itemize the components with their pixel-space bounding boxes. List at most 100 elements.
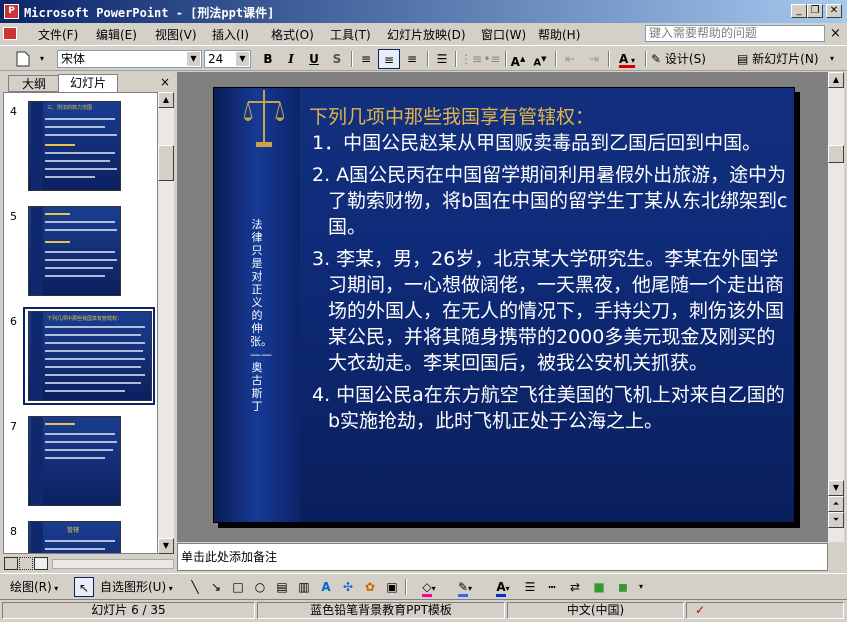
numbered-list-icon[interactable]: ☰ — [432, 49, 452, 69]
close-document-button[interactable]: × — [830, 26, 841, 41]
toolbar-options-icon[interactable]: ▾ — [36, 49, 48, 69]
textbox-icon[interactable]: ▤ — [273, 577, 291, 597]
menu-file[interactable]: 文件(F) — [38, 26, 78, 43]
toolbar-options-icon[interactable]: ▾ — [825, 49, 839, 69]
line-style-icon[interactable]: ☰ — [521, 577, 539, 597]
underline-button[interactable]: U — [304, 49, 324, 69]
menu-window[interactable]: 窗口(W) — [481, 26, 526, 43]
scales-of-justice-icon — [244, 90, 284, 147]
menu-view[interactable]: 视图(V) — [155, 26, 197, 43]
scroll-up-icon[interactable]: ▲ — [158, 92, 174, 108]
scroll-thumb[interactable] — [828, 145, 844, 163]
wordart-icon[interactable]: A — [317, 577, 335, 597]
document-icon[interactable] — [3, 27, 17, 40]
slide-body-text[interactable]: 1．中国公民赵某从甲国贩卖毒品到乙国后回到中国。 2. A国公民丙在中国留学期间… — [312, 130, 792, 440]
menu-slideshow[interactable]: 幻灯片放映(D) — [387, 26, 466, 43]
design-label: 设计(S) — [664, 52, 706, 66]
next-slide-icon[interactable]: ⏷ — [828, 512, 844, 528]
menu-format[interactable]: 格式(O) — [271, 26, 314, 43]
select-pointer-icon[interactable]: ↖ — [74, 577, 94, 597]
new-file-icon[interactable] — [12, 49, 34, 69]
decrease-indent-icon[interactable]: ⇤ — [560, 49, 580, 69]
thumb-heading: 管辖 — [67, 527, 80, 534]
slide-sorter-view-icon[interactable] — [19, 557, 33, 570]
dash-style-icon[interactable]: ┅ — [543, 577, 561, 597]
clipart-icon[interactable]: ✿ — [361, 577, 379, 597]
rectangle-icon[interactable]: □ — [229, 577, 247, 597]
italic-button[interactable]: I — [281, 49, 301, 69]
pane-hscrollbar[interactable] — [52, 559, 174, 569]
font-size-value: 24 — [208, 52, 224, 66]
thumb-heading: 三、刑法的效力范围 — [47, 105, 93, 111]
scroll-thumb[interactable] — [158, 145, 174, 181]
arrow-style-icon[interactable]: ⇄ — [566, 577, 584, 597]
font-color-button[interactable]: A ▾ — [612, 49, 642, 69]
font-size-select[interactable]: 24 ▼ — [204, 50, 251, 68]
slide-title[interactable]: 下列几项中那些我国享有管辖权： — [309, 102, 594, 129]
toolbar-separator — [455, 51, 457, 67]
slide-thumbnail-8[interactable]: 管辖 — [28, 521, 121, 553]
menu-edit[interactable]: 编辑(E) — [96, 26, 137, 43]
slide-scrollbar[interactable] — [828, 72, 844, 542]
line-icon[interactable]: ╲ — [186, 577, 204, 597]
increase-font-icon[interactable]: A▲ — [508, 49, 528, 69]
align-center-icon[interactable]: ≡ — [378, 49, 400, 69]
font-name-select[interactable]: 宋体 ▼ — [57, 50, 202, 68]
slideshow-view-icon[interactable] — [34, 557, 48, 570]
minimize-button[interactable]: _ — [791, 4, 807, 18]
shadow-style-icon[interactable]: ■ — [590, 577, 608, 597]
shadow-button[interactable]: S — [327, 49, 347, 69]
toolbar-separator — [645, 51, 647, 67]
powerpoint-app-icon[interactable]: P — [4, 4, 19, 19]
slide-thumbnail-5[interactable] — [28, 206, 121, 296]
toolbar-separator — [427, 51, 429, 67]
tab-outline[interactable]: 大纲 — [8, 75, 60, 92]
3d-style-icon[interactable]: ◼ — [614, 577, 632, 597]
vertical-textbox-icon[interactable]: ▥ — [295, 577, 313, 597]
bold-button[interactable]: B — [258, 49, 278, 69]
oval-icon[interactable]: ○ — [251, 577, 269, 597]
thumb-number: 8 — [10, 525, 17, 538]
close-pane-button[interactable]: × — [160, 75, 170, 89]
diagram-icon[interactable]: ✣ — [339, 577, 357, 597]
normal-view-icon[interactable] — [4, 557, 18, 570]
picture-icon[interactable]: ▣ — [383, 577, 401, 597]
text-color-icon[interactable]: A▾ — [488, 577, 518, 597]
toolbar-separator — [351, 51, 353, 67]
menu-help[interactable]: 帮助(H) — [538, 26, 580, 43]
toolbar-separator — [505, 51, 507, 67]
draw-menu-button[interactable]: 绘图(R) ▾ — [10, 577, 68, 597]
help-search-input[interactable]: 键入需要帮助的问题 — [645, 25, 825, 42]
drawing-toolbar: 绘图(R) ▾ ↖ 自选图形(U) ▾ ╲ ↘ □ ○ ▤ ▥ A ✣ ✿ ▣ … — [0, 573, 847, 598]
bullets-icon[interactable]: •≡ — [482, 49, 502, 69]
chevron-down-icon: ▼ — [187, 52, 200, 66]
autoshapes-button[interactable]: 自选图形(U) ▾ — [100, 577, 182, 597]
design-button[interactable]: ✎ 设计(S) — [651, 49, 731, 69]
spelling-check-icon[interactable]: ✓ — [686, 602, 844, 619]
scroll-down-icon[interactable]: ▼ — [828, 480, 844, 496]
slide-thumbnail-6[interactable]: 下列几项中那些我国享有管辖权： — [28, 311, 152, 401]
current-slide[interactable]: 法律只是对正义的伸张。——奥古斯丁 下列几项中那些我国享有管辖权： 1．中国公民… — [213, 87, 795, 523]
numbering-icon[interactable]: ⋮≡ — [460, 49, 482, 69]
toolbar-options-icon[interactable]: ▾ — [636, 577, 646, 597]
scroll-down-icon[interactable]: ▼ — [158, 538, 174, 554]
fill-color-icon[interactable]: ◇▾ — [414, 577, 444, 597]
slide-thumbnail-7[interactable] — [28, 416, 121, 506]
menu-tools[interactable]: 工具(T) — [330, 26, 371, 43]
scroll-up-icon[interactable]: ▲ — [828, 72, 844, 88]
align-left-icon[interactable]: ≡ — [356, 49, 376, 69]
line-color-icon[interactable]: ✎▾ — [450, 577, 480, 597]
slide-quote-vertical: 法律只是对正义的伸张。——奥古斯丁 — [250, 218, 272, 413]
menu-insert[interactable]: 插入(I) — [212, 26, 249, 43]
previous-slide-icon[interactable]: ⏶ — [828, 496, 844, 512]
new-slide-button[interactable]: ▤ 新幻灯片(N) — [737, 49, 822, 69]
increase-indent-icon[interactable]: ⇥ — [584, 49, 604, 69]
notes-pane[interactable]: 单击此处添加备注 — [177, 543, 828, 571]
tab-slides[interactable]: 幻灯片 — [58, 74, 118, 93]
restore-button[interactable]: ❐ — [807, 4, 823, 18]
close-button[interactable]: ✕ — [826, 4, 842, 18]
slide-thumbnail-4[interactable]: 三、刑法的效力范围 — [28, 101, 121, 191]
arrow-icon[interactable]: ↘ — [207, 577, 225, 597]
decrease-font-icon[interactable]: A▼ — [530, 49, 550, 69]
align-right-icon[interactable]: ≡ — [402, 49, 422, 69]
